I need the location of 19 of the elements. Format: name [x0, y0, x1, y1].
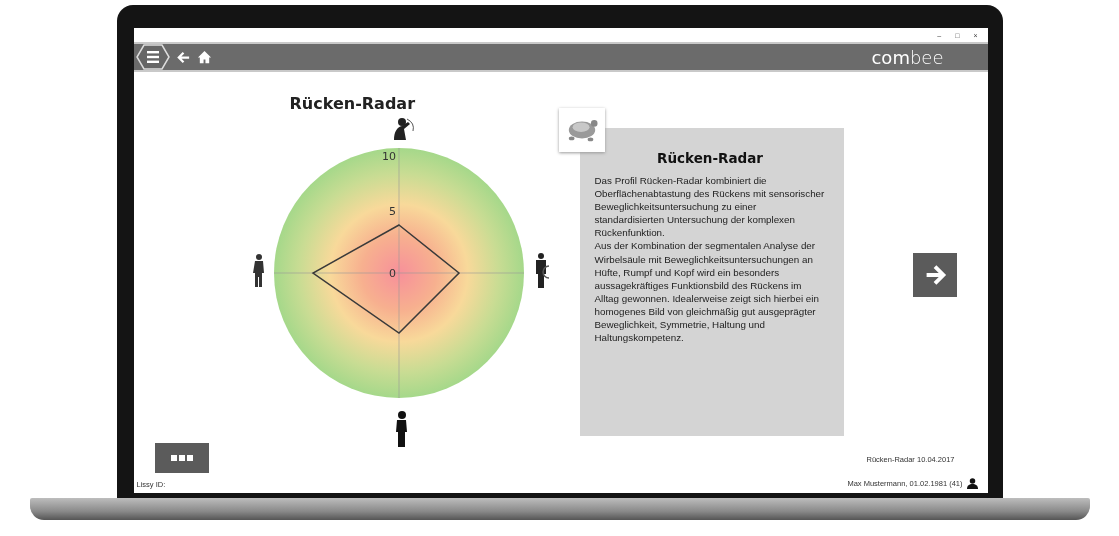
menu-icon[interactable] — [135, 44, 170, 70]
description-text: Das Profil Rücken-Radar kombiniert die Oberflächenabtastung des Rückens mit sensorischer Beweglichkeitsuntersuchung zu einer standardisierten Untersuchung der komplexen Rückenfunktion. — [594, 174, 826, 240]
logo-text: combee — [871, 46, 945, 68]
home-icon[interactable] — [196, 49, 212, 65]
description-text: Aus der Kombination der segmentalen Analyse der Wirbelsäule mit Beweglichkeitsuntersuchungen an Hüfte, Rumpf und Kopf wird ein besonders aussagekräftiges Funktionsbild des Rückens im Alltag gewonnen. Idealerweise zeigt sich hierbei ein homogenes Bild von gleichmäßig gut ausgeprägter Beweglichkeit, Symmetrie, Haltung und Haltungskompetenz. — [594, 239, 820, 345]
person-side-icon — [395, 411, 407, 447]
chart-title: Rücken-Radar — [289, 94, 417, 115]
person-examined-icon — [535, 253, 549, 288]
person-standing-icon — [252, 254, 264, 287]
more-button[interactable] — [154, 443, 209, 473]
axis-tick-label: 5 — [388, 204, 396, 218]
next-button[interactable] — [912, 253, 957, 297]
axis-tick-label: 0 — [388, 267, 396, 280]
back-arrow-icon[interactable] — [175, 49, 191, 65]
axis-tick-label: 10 — [381, 150, 396, 163]
panel-title: Rücken-Radar — [656, 150, 764, 166]
dots-icon — [170, 455, 193, 461]
user-icon — [966, 478, 978, 489]
person-stretching-icon — [393, 118, 414, 140]
